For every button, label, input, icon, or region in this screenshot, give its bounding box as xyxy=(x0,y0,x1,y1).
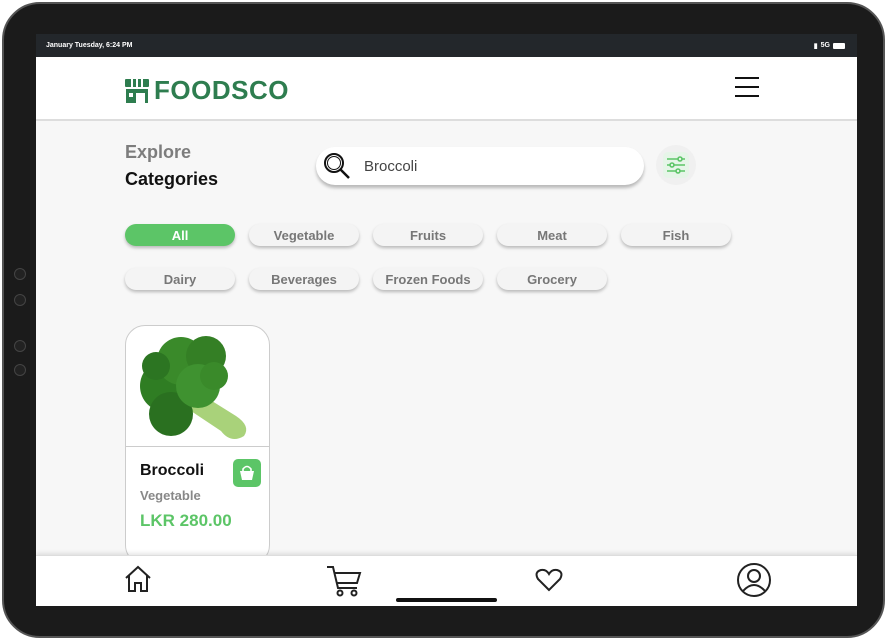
add-to-cart-button[interactable] xyxy=(233,459,261,487)
search-icon[interactable] xyxy=(322,151,352,181)
device-button xyxy=(14,340,26,352)
page-title: Explore Categories xyxy=(125,139,218,193)
category-chip-fish[interactable]: Fish xyxy=(621,224,731,246)
device-button xyxy=(14,294,26,306)
heart-icon[interactable] xyxy=(535,567,563,593)
category-chip-vegetable[interactable]: Vegetable xyxy=(249,224,359,246)
device-button xyxy=(14,268,26,280)
app-screen: January Tuesday, 6:24 PM ▮ 5G FOODSCO Ex… xyxy=(36,34,857,606)
category-chip-all[interactable]: All xyxy=(125,224,235,246)
sliders-icon xyxy=(667,156,685,174)
category-chips: All Vegetable Fruits Meat Fish Dairy Bev… xyxy=(125,224,745,290)
app-header: FOODSCO xyxy=(36,57,857,121)
product-price: LKR 280.00 xyxy=(140,511,232,530)
profile-icon[interactable] xyxy=(736,562,772,598)
status-bar: January Tuesday, 6:24 PM ▮ 5G xyxy=(36,34,857,57)
broccoli-image xyxy=(140,336,247,440)
category-chip-beverages[interactable]: Beverages xyxy=(249,268,359,290)
category-chip-grocery[interactable]: Grocery xyxy=(497,268,607,290)
search-input[interactable] xyxy=(364,157,624,175)
cart-icon[interactable] xyxy=(326,564,362,598)
title-line-2: Categories xyxy=(125,169,219,189)
shopping-bag-icon xyxy=(240,465,254,480)
network-label: 5G xyxy=(820,42,830,49)
category-chip-meat[interactable]: Meat xyxy=(497,224,607,246)
category-chip-frozen-foods[interactable]: Frozen Foods xyxy=(373,268,483,290)
home-icon[interactable] xyxy=(123,564,153,594)
battery-icon xyxy=(833,42,845,49)
product-name: Broccoli xyxy=(140,462,205,479)
product-category: Vegetable xyxy=(140,488,201,503)
category-chip-dairy[interactable]: Dairy xyxy=(125,268,235,290)
signal-icon: ▮ xyxy=(813,42,818,50)
hamburger-menu-icon[interactable] xyxy=(735,77,759,97)
device-button xyxy=(14,364,26,376)
status-datetime: January Tuesday, 6:24 PM xyxy=(46,42,133,49)
category-chip-fruits[interactable]: Fruits xyxy=(373,224,483,246)
filter-button[interactable] xyxy=(656,145,696,185)
product-image xyxy=(126,326,269,447)
brand-name: FOODSCO xyxy=(154,75,289,105)
title-line-1: Explore xyxy=(125,142,192,162)
product-card[interactable]: Broccoli Vegetable LKR 280.00 xyxy=(125,325,270,565)
brand-logo[interactable]: FOODSCO xyxy=(124,75,289,106)
store-icon xyxy=(125,78,149,103)
home-indicator[interactable] xyxy=(396,598,497,602)
bottom-nav xyxy=(36,555,857,606)
search-bar xyxy=(316,147,644,185)
